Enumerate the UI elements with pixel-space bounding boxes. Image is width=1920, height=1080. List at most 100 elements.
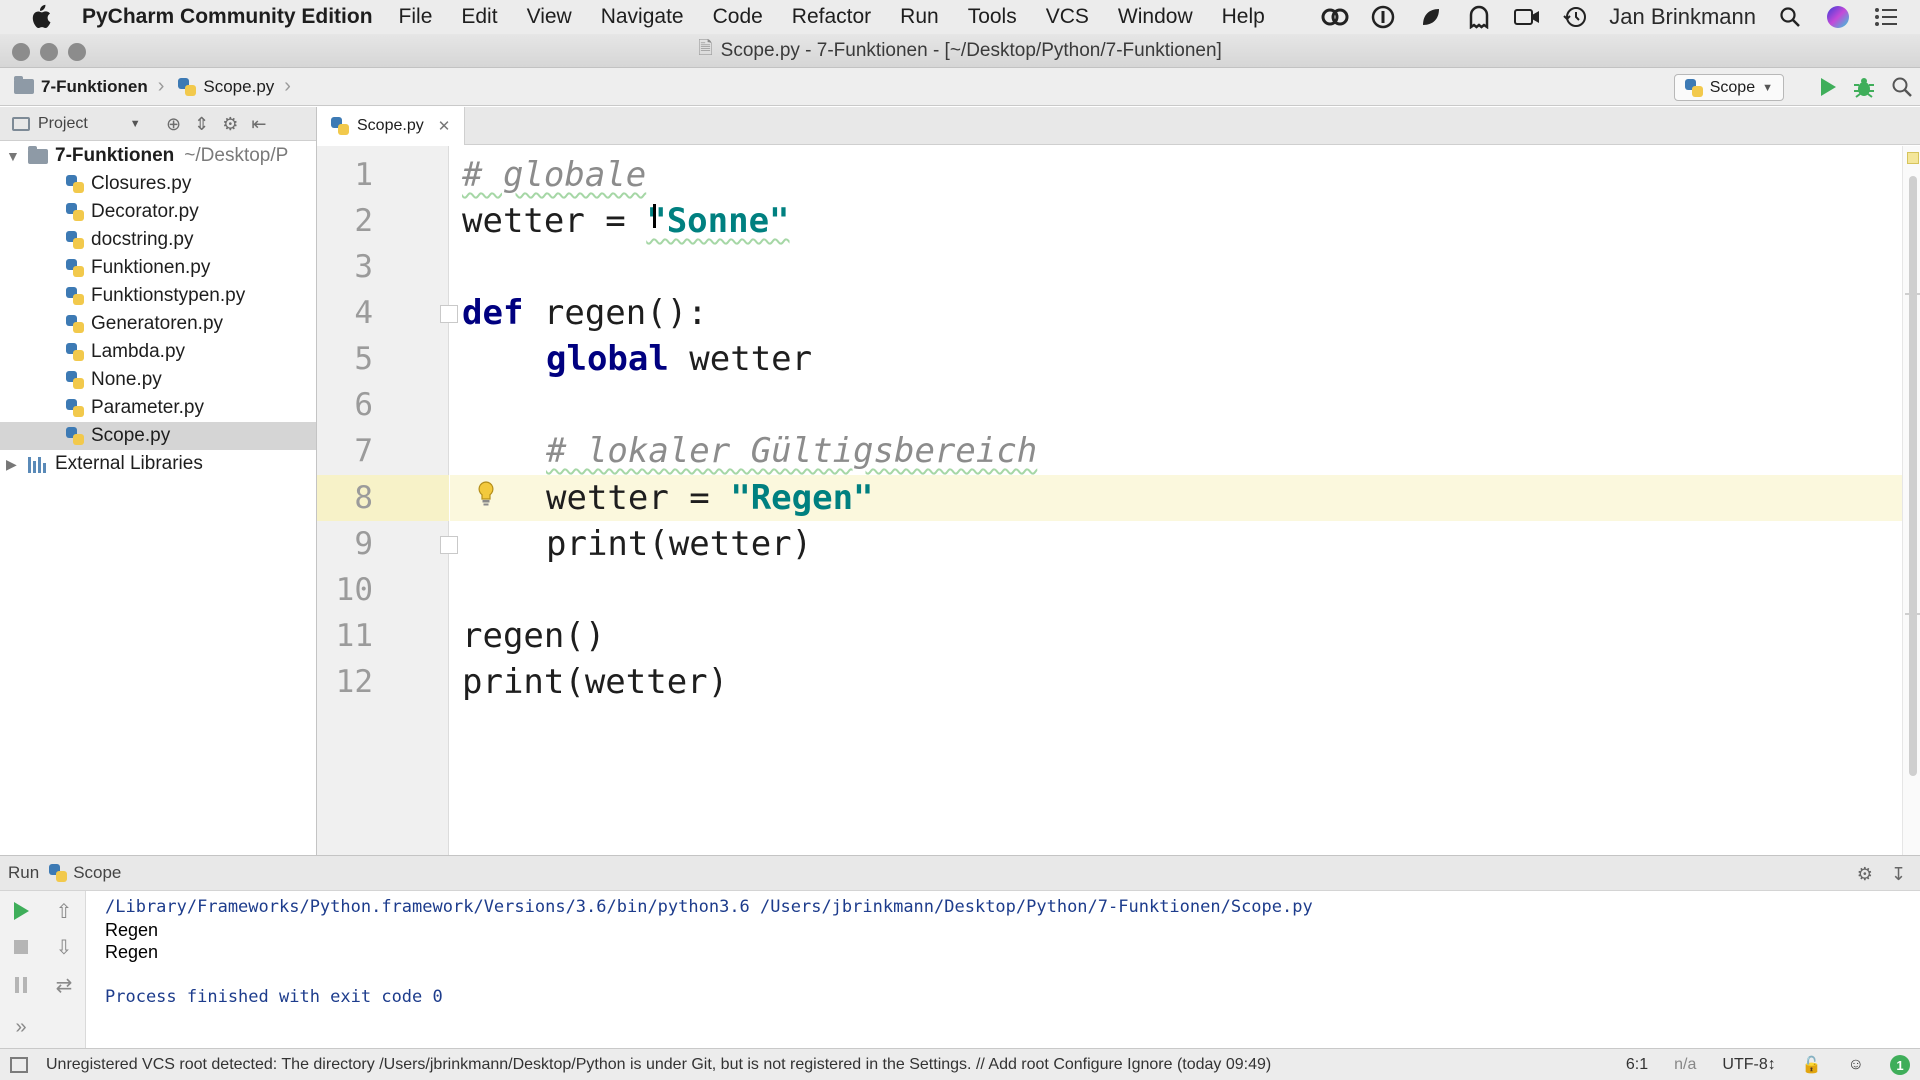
inspector-icon[interactable]: ☺ bbox=[1848, 1056, 1864, 1074]
spotlight-search-icon[interactable] bbox=[1776, 3, 1804, 31]
tree-external-libraries[interactable]: ▶ External Libraries bbox=[0, 450, 316, 478]
menu-run[interactable]: Run bbox=[900, 5, 939, 29]
tool-windows-toggle-icon[interactable] bbox=[10, 1056, 28, 1073]
menu-tools[interactable]: Tools bbox=[968, 5, 1017, 29]
python-file-icon bbox=[66, 371, 84, 389]
file-encoding[interactable]: UTF-8↕ bbox=[1722, 1056, 1775, 1074]
run-console[interactable]: /Library/Frameworks/Python.framework/Ver… bbox=[87, 891, 1920, 1048]
search-everywhere-icon[interactable] bbox=[1888, 73, 1916, 101]
tree-file-label: Decorator.py bbox=[91, 201, 199, 222]
tree-file-item[interactable]: Generatoren.py bbox=[0, 310, 316, 338]
password-manager-icon[interactable] bbox=[1369, 3, 1397, 31]
editor-tab-label: Scope.py bbox=[357, 117, 424, 134]
breadcrumb-project[interactable]: 7-Funktionen › bbox=[0, 68, 164, 106]
run-tab-label[interactable]: Run bbox=[8, 863, 39, 883]
tree-file-item[interactable]: None.py bbox=[0, 366, 316, 394]
rerun-button[interactable] bbox=[7, 897, 35, 925]
chevron-right-icon[interactable]: ▶ bbox=[6, 456, 20, 473]
soft-wrap-icon[interactable]: ⇄ bbox=[50, 971, 78, 999]
run-button[interactable] bbox=[1814, 73, 1842, 101]
locate-file-icon[interactable]: ⊕ bbox=[166, 114, 181, 135]
close-icon[interactable]: ✕ bbox=[438, 117, 451, 135]
inspection-status-icon[interactable] bbox=[1907, 152, 1919, 164]
menu-refactor[interactable]: Refactor bbox=[792, 5, 871, 29]
stop-button[interactable] bbox=[7, 933, 35, 961]
menu-window[interactable]: Window bbox=[1118, 5, 1193, 29]
code-line: print(wetter) bbox=[462, 659, 728, 705]
tree-file-label: docstring.py bbox=[91, 229, 194, 250]
tree-file-label: Funktionen.py bbox=[91, 257, 211, 278]
siri-icon[interactable] bbox=[1824, 3, 1852, 31]
scrollbar-thumb[interactable] bbox=[1909, 176, 1917, 776]
event-log-badge[interactable]: 1 bbox=[1890, 1055, 1910, 1075]
intention-lightbulb-icon[interactable] bbox=[476, 480, 496, 508]
code-line: global wetter bbox=[546, 336, 812, 382]
fold-marker-close[interactable] bbox=[440, 536, 458, 554]
menu-edit[interactable]: Edit bbox=[461, 5, 497, 29]
collapse-all-icon[interactable]: ⇕ bbox=[194, 114, 209, 135]
tree-file-item[interactable]: Lambda.py bbox=[0, 338, 316, 366]
time-machine-icon[interactable] bbox=[1561, 3, 1589, 31]
breadcrumb-file[interactable]: Scope.py › bbox=[164, 68, 291, 106]
code-keyword: def bbox=[462, 293, 524, 333]
python-file-icon bbox=[66, 231, 84, 249]
tree-file-item[interactable]: Decorator.py bbox=[0, 198, 316, 226]
tree-file-label: Lambda.py bbox=[91, 341, 186, 362]
editor-tab-scope[interactable]: Scope.py ✕ bbox=[317, 107, 466, 146]
chevron-down-icon[interactable]: ▼ bbox=[130, 118, 141, 130]
fold-marker-open[interactable] bbox=[440, 305, 458, 323]
run-configuration-dropdown[interactable]: Scope ▼ bbox=[1673, 74, 1784, 101]
line-number: 4 bbox=[354, 295, 373, 331]
console-exit-line: Process finished with exit code 0 bbox=[105, 987, 443, 1007]
menu-view[interactable]: View bbox=[527, 5, 572, 29]
code-comment: # globale bbox=[462, 155, 647, 195]
leaf-icon[interactable] bbox=[1417, 3, 1445, 31]
folder-icon bbox=[14, 76, 34, 94]
tree-file-item[interactable]: docstring.py bbox=[0, 226, 316, 254]
chevron-down-icon[interactable]: ▼ bbox=[6, 148, 20, 164]
caret-position[interactable]: 6:1 bbox=[1626, 1056, 1648, 1074]
creative-cloud-icon[interactable] bbox=[1321, 3, 1349, 31]
editor-scrollbar[interactable] bbox=[1902, 146, 1920, 855]
chevron-down-icon: ▼ bbox=[1762, 81, 1773, 94]
project-tool-window-header: Project ▼ ⊕ ⇕ ⚙ ⇤ bbox=[0, 107, 316, 141]
tree-file-label: Closures.py bbox=[91, 173, 192, 194]
app-name-menu[interactable]: PyCharm Community Edition bbox=[82, 5, 373, 29]
apple-icon[interactable] bbox=[20, 0, 60, 34]
tree-file-item[interactable]: Parameter.py bbox=[0, 394, 316, 422]
code-line: # globale bbox=[462, 152, 646, 198]
menu-code[interactable]: Code bbox=[713, 5, 763, 29]
code-string: "Regen" bbox=[730, 478, 874, 518]
video-camera-icon[interactable] bbox=[1513, 3, 1541, 31]
gear-icon[interactable]: ⚙ bbox=[1857, 864, 1873, 885]
notification-center-icon[interactable] bbox=[1872, 3, 1900, 31]
breadcrumb-separator: › bbox=[157, 75, 165, 97]
hide-panel-icon[interactable]: ⇤ bbox=[251, 114, 266, 135]
hide-panel-icon[interactable]: ↧ bbox=[1891, 864, 1906, 885]
gear-icon[interactable]: ⚙ bbox=[222, 114, 238, 135]
menu-help[interactable]: Help bbox=[1222, 5, 1265, 29]
run-config-name[interactable]: Scope bbox=[73, 863, 121, 883]
tree-file-item[interactable]: Closures.py bbox=[0, 170, 316, 198]
python-file-icon bbox=[66, 287, 84, 305]
scroll-down-icon[interactable]: ⇩ bbox=[50, 933, 78, 961]
expand-toolbar-icon[interactable]: » bbox=[7, 1013, 35, 1041]
ghost-icon[interactable] bbox=[1465, 3, 1493, 31]
debug-button[interactable] bbox=[1850, 73, 1878, 101]
tree-file-item[interactable]: Funktionstypen.py bbox=[0, 282, 316, 310]
menu-file[interactable]: File bbox=[399, 5, 433, 29]
menu-vcs[interactable]: VCS bbox=[1046, 5, 1089, 29]
user-name[interactable]: Jan Brinkmann bbox=[1609, 3, 1756, 31]
error-stripe-mark[interactable] bbox=[1905, 293, 1920, 295]
scroll-up-icon[interactable]: ⇧ bbox=[50, 897, 78, 925]
pause-button[interactable] bbox=[7, 971, 35, 999]
menu-navigate[interactable]: Navigate bbox=[601, 5, 684, 29]
error-stripe-mark[interactable] bbox=[1905, 613, 1920, 615]
tree-file-item[interactable]: Funktionen.py bbox=[0, 254, 316, 282]
menu-bar: PyCharm Community Edition File Edit View… bbox=[0, 0, 1920, 34]
tree-file-item-selected[interactable]: Scope.py bbox=[0, 422, 316, 450]
tree-root-folder[interactable]: ▼ 7-Funktionen ~/Desktop/P bbox=[0, 142, 316, 170]
lock-icon[interactable]: 🔓 bbox=[1802, 1055, 1822, 1075]
status-message[interactable]: Unregistered VCS root detected: The dire… bbox=[46, 1056, 1271, 1074]
project-view-selector[interactable]: Project bbox=[38, 115, 88, 133]
